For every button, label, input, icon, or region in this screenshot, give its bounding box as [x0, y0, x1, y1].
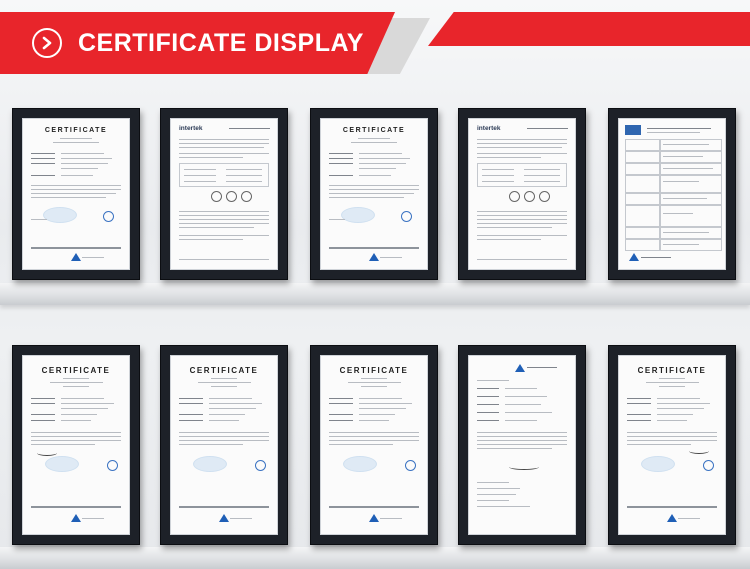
certificate-paper: CERTIFICATE — [170, 355, 278, 535]
certificate-frame: CERTIFICATE — [12, 345, 140, 545]
certificate-heading: CERTIFICATE — [44, 127, 108, 134]
certificate-heading: CERTIFICATE — [189, 366, 259, 375]
certificate-paper: CERTIFICATE — [22, 118, 130, 270]
header-banner: CERTIFICATE DISPLAY — [0, 12, 750, 74]
certificate-heading: CERTIFICATE — [339, 366, 409, 375]
certificate-paper: CERTIFICATE — [320, 355, 428, 535]
certificate-paper: CERTIFICATE — [320, 118, 428, 270]
certificate-frame — [458, 345, 586, 545]
certificate-frame: CERTIFICATE — [12, 108, 140, 280]
certificate-frame: CERTIFICATE — [160, 345, 288, 545]
certificate-frame: CERTIFICATE — [608, 345, 736, 545]
certificate-frame: CERTIFICATE — [310, 108, 438, 280]
certificate-heading: CERTIFICATE — [41, 366, 111, 375]
intertek-logo: intertek — [179, 125, 203, 132]
intertek-logo: intertek — [477, 125, 501, 132]
certificate-paper: CERTIFICATE — [22, 355, 130, 535]
certificate-paper: intertek — [170, 118, 278, 270]
banner-red-right — [428, 12, 750, 46]
certificate-heading: CERTIFICATE — [637, 366, 707, 375]
certificate-heading: CERTIFICATE — [342, 127, 406, 134]
certificate-paper — [468, 355, 576, 535]
certificate-frame — [608, 108, 736, 280]
certificate-frame: intertek — [160, 108, 288, 280]
certificate-paper: CERTIFICATE — [618, 355, 726, 535]
page-title: CERTIFICATE DISPLAY — [78, 29, 364, 57]
chevron-right-icon — [32, 28, 62, 58]
certificate-paper: intertek — [468, 118, 576, 270]
shelf-top — [0, 283, 750, 305]
certificate-paper — [618, 118, 726, 270]
certificate-frame: intertek — [458, 108, 586, 280]
certificate-frame: CERTIFICATE — [310, 345, 438, 545]
shelf-bottom — [0, 547, 750, 569]
